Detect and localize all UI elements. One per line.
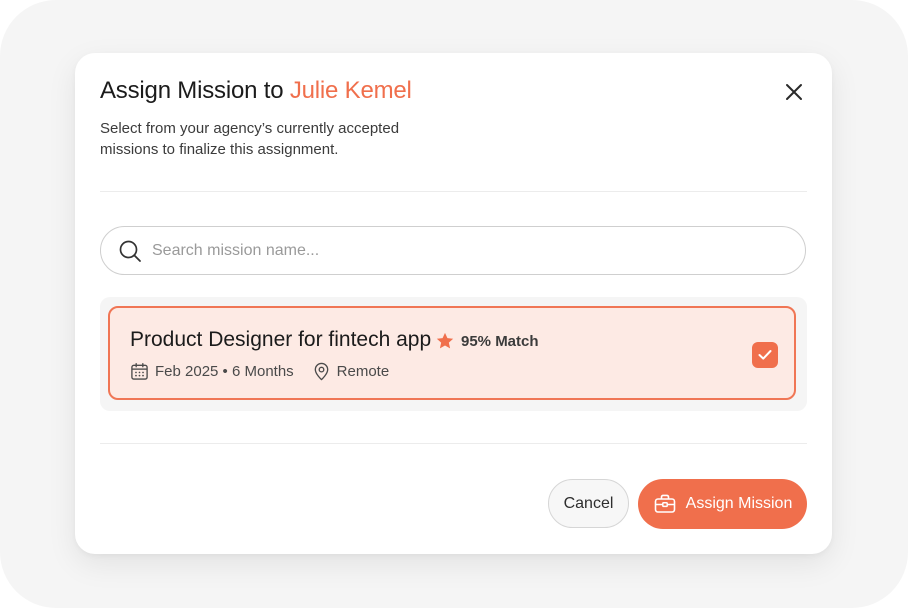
- mission-meta: Feb 2025 • 6 Months Remote: [130, 360, 389, 382]
- mission-card[interactable]: Product Designer for fintech app 95% Mat…: [108, 306, 796, 400]
- match-badge: 95% Match: [435, 330, 539, 352]
- dialog-title-prefix: Assign Mission to: [100, 77, 284, 104]
- header-divider: [100, 191, 807, 192]
- mission-title: Product Designer for fintech app: [130, 328, 432, 351]
- close-button[interactable]: [781, 79, 807, 105]
- dialog-subtitle: Select from your agency’s currently acce…: [100, 120, 400, 158]
- calendar-icon: [131, 362, 148, 380]
- footer-divider: [100, 443, 807, 444]
- mission-select-checkbox[interactable]: [752, 342, 778, 368]
- assignee-name: Julie Kemel: [289, 77, 412, 104]
- assign-mission-label: Assign Mission: [685, 495, 793, 512]
- check-icon: [758, 350, 772, 360]
- search-input[interactable]: [150, 235, 774, 267]
- match-score: 95% Match: [461, 332, 539, 350]
- page-backdrop: Assign Mission to Julie Kemel Select fro…: [0, 0, 908, 608]
- location-pin-icon: [314, 362, 329, 380]
- search-bar[interactable]: [100, 226, 806, 275]
- search-icon: [119, 240, 141, 262]
- cancel-button[interactable]: Cancel: [548, 479, 629, 528]
- assign-mission-button[interactable]: Assign Mission: [638, 479, 807, 529]
- briefcase-icon: [654, 494, 675, 513]
- assign-mission-dialog: Assign Mission to Julie Kemel Select fro…: [75, 53, 832, 554]
- mission-list: Product Designer for fintech app 95% Mat…: [100, 297, 807, 411]
- close-icon: [786, 84, 802, 100]
- star-icon: [436, 332, 454, 349]
- dialog-title: Assign Mission to Julie Kemel: [100, 77, 412, 105]
- mission-location: Remote: [336, 362, 390, 380]
- mission-schedule: Feb 2025 • 6 Months: [155, 362, 294, 380]
